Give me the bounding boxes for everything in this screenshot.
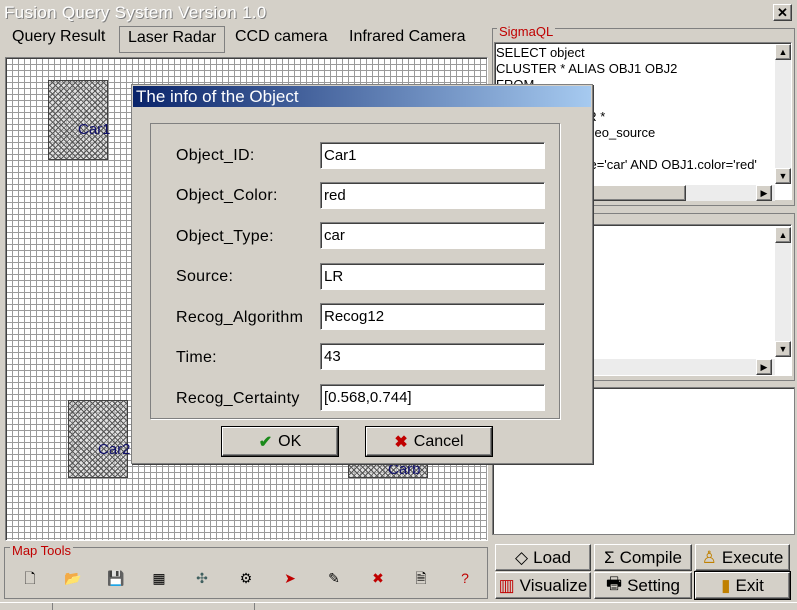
field-label-time: Time: <box>176 349 217 366</box>
sigma-icon: Σ <box>604 547 615 567</box>
scroll-up-icon[interactable]: ▲ <box>775 227 791 243</box>
tab-infrared-camera[interactable]: Infrared Camera <box>341 26 474 53</box>
sigmaql-vscrollbar[interactable] <box>775 44 791 184</box>
object-color-field[interactable]: red <box>320 182 545 209</box>
hscroll-thumb[interactable] <box>590 185 686 201</box>
help-icon[interactable]: ? <box>453 567 477 589</box>
status-segment <box>52 603 252 610</box>
pointer-icon[interactable]: ➤ <box>278 567 302 589</box>
load-label: Load <box>533 547 571 567</box>
edit-icon[interactable]: ✎ <box>322 567 346 589</box>
execute-button[interactable]: ♙ Execute <box>695 544 790 571</box>
ok-button[interactable]: ✔ OK <box>221 426 339 457</box>
compile-button[interactable]: Σ Compile <box>594 544 692 571</box>
visualize-icon: ▥ <box>498 575 515 595</box>
sql-line: SELECT object <box>496 45 585 60</box>
cancel-label: Cancel <box>413 432 464 450</box>
time-field[interactable]: 43 <box>320 343 545 370</box>
table-icon[interactable]: ▦ <box>147 567 171 589</box>
map-object-label: Car2 <box>98 441 131 458</box>
field-label-object-id: Object_ID: <box>176 147 255 164</box>
load-icon: ◇ <box>515 547 529 567</box>
output-vscrollbar[interactable] <box>775 227 791 357</box>
object-id-field[interactable]: Car1 <box>320 142 545 169</box>
delete-icon[interactable]: ✖ <box>366 567 390 589</box>
load-button[interactable]: ◇ Load <box>495 544 591 571</box>
compile-label: Compile <box>619 547 682 567</box>
visualize-button[interactable]: ▥ Visualize <box>495 572 591 599</box>
scroll-right-icon[interactable]: ▶ <box>756 359 772 375</box>
recog-certainty-field[interactable]: [0.568,0.744] <box>320 384 545 411</box>
properties-icon[interactable]: ⚙ <box>234 567 258 589</box>
scroll-right-icon[interactable]: ▶ <box>756 185 772 201</box>
source-field[interactable]: LR <box>320 263 545 290</box>
map-tools-legend: Map Tools <box>10 543 74 558</box>
map-object-car1[interactable] <box>48 80 108 160</box>
sigmaql-legend: SigmaQL <box>497 24 556 39</box>
execute-label: Execute <box>721 547 784 567</box>
open-folder-icon[interactable]: 📂 <box>61 567 85 589</box>
cancel-button[interactable]: ✖ Cancel <box>365 426 493 457</box>
field-label-object-color: Object_Color: <box>176 187 278 204</box>
exit-label: Exit <box>735 575 764 595</box>
status-segment <box>254 603 797 610</box>
execute-icon: ♙ <box>701 547 717 567</box>
recog-algorithm-field[interactable]: Recog12 <box>320 303 545 330</box>
close-button[interactable]: ✕ <box>773 4 792 21</box>
tab-ccd-camera[interactable]: CCD camera <box>227 26 336 53</box>
save-icon[interactable]: 💾 <box>104 567 128 589</box>
sql-line: CLUSTER * ALIAS OBJ1 OBJ2 <box>496 61 678 76</box>
scroll-down-icon[interactable]: ▼ <box>775 341 791 357</box>
visualize-label: Visualize <box>519 575 588 595</box>
field-label-source: Source: <box>176 268 234 285</box>
tab-query-result[interactable]: Query Result <box>4 26 114 53</box>
object-type-field[interactable]: car <box>320 222 545 249</box>
exit-door-icon: ▮ <box>721 575 731 595</box>
field-label-object-type: Object_Type: <box>176 228 274 245</box>
printer-icon: 🖶 <box>606 574 623 593</box>
field-label-recog-certainty: Recog_Certainty <box>176 390 300 407</box>
setting-label: Setting <box>627 575 680 595</box>
select-region-icon[interactable]: ✣ <box>190 567 214 589</box>
field-label-recog-algorithm: Recog_Algorithm <box>176 309 304 326</box>
dialog-title: The info of the Object <box>133 86 591 107</box>
cancel-x-icon: ✖ <box>394 433 408 451</box>
map-object-label: Car1 <box>78 121 111 138</box>
app-title: Fusion Query System Version 1.0 <box>4 3 267 22</box>
document-icon[interactable]: 🗎 <box>409 567 433 589</box>
tab-laser-radar[interactable]: Laser Radar <box>119 26 226 53</box>
new-file-icon[interactable]: 🗋 <box>18 567 42 589</box>
exit-button[interactable]: ▮ Exit <box>694 571 791 600</box>
setting-button[interactable]: 🖶 Setting <box>594 572 692 599</box>
map-object-car2[interactable] <box>68 400 128 478</box>
checkmark-icon: ✔ <box>258 433 273 451</box>
scroll-down-icon[interactable]: ▼ <box>775 168 791 184</box>
scroll-up-icon[interactable]: ▲ <box>775 44 791 60</box>
ok-label: OK <box>278 432 302 450</box>
